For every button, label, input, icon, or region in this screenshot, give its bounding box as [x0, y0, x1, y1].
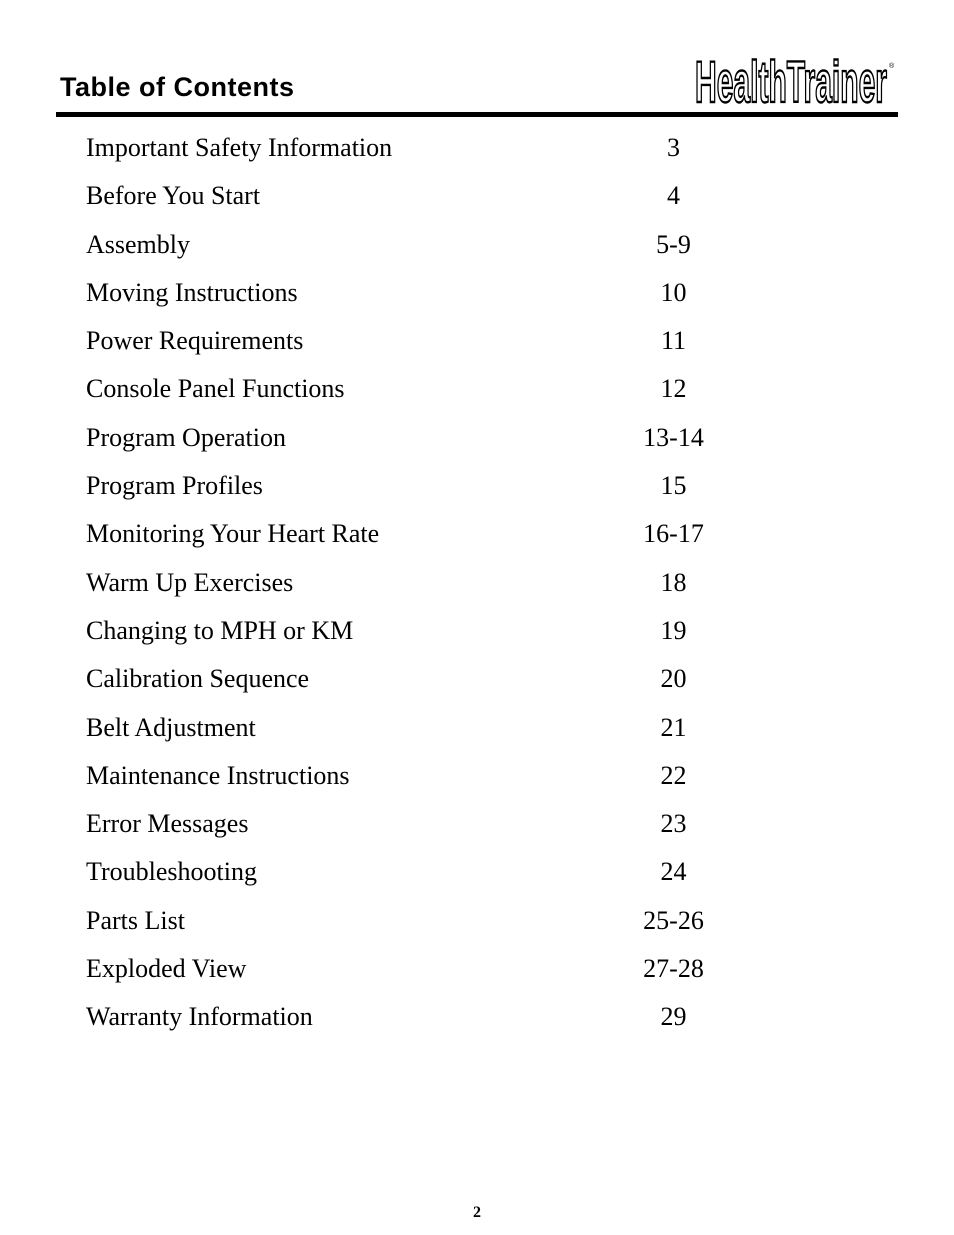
- toc-entry-title: Power Requirements: [86, 326, 304, 356]
- toc-entry: Monitoring Your Heart Rate 16-17: [86, 519, 746, 567]
- toc-entry-title: Changing to MPH or KM: [86, 615, 354, 645]
- page-title: Table of Contents: [60, 72, 295, 102]
- toc-entry-title: Parts List: [86, 905, 185, 935]
- toc-entry: Before You Start 4: [86, 181, 746, 229]
- toc-entry: Warranty Information 29: [86, 1002, 746, 1050]
- toc-entry: Moving Instructions 10: [86, 278, 746, 326]
- toc-entry-title: Assembly: [86, 229, 190, 259]
- toc-entry: Maintenance Instructions 22: [86, 761, 746, 809]
- toc-entry: Calibration Sequence 20: [86, 664, 746, 712]
- toc-entry-title: Program Operation: [86, 422, 287, 452]
- toc-entry-page: 10: [660, 277, 687, 307]
- toc-entry: Exploded View 27-28: [86, 954, 746, 1002]
- toc-entry: Changing to MPH or KM 19: [86, 616, 746, 664]
- toc-entry-title: Maintenance Instructions: [86, 760, 350, 790]
- toc-entry-page: 21: [660, 712, 687, 742]
- toc-entry-page: 18: [660, 567, 687, 597]
- toc-entry-page: 23: [660, 809, 687, 839]
- logo-text: HealthTrainer: [695, 54, 887, 106]
- toc-entry-title: Belt Adjustment: [86, 712, 256, 742]
- toc-entry: Power Requirements 11: [86, 326, 746, 374]
- toc-entry-page: 20: [660, 664, 687, 694]
- healthtrainer-logo: HealthTrainer ®: [693, 54, 898, 106]
- toc-entry-page: 25-26: [643, 905, 704, 935]
- toc-entry: Warm Up Exercises 18: [86, 568, 746, 616]
- toc-entry-title: Before You Start: [86, 181, 261, 211]
- toc-entry-page: 27-28: [643, 954, 704, 984]
- toc-entry-title: Exploded View: [86, 954, 247, 984]
- registered-mark: ®: [889, 62, 895, 70]
- toc-entry-page: 24: [660, 857, 687, 887]
- header-divider: [56, 112, 898, 117]
- toc-entry: Program Operation 13-14: [86, 423, 746, 471]
- toc-entry-page: 13-14: [643, 422, 704, 452]
- toc-entry-title: Warm Up Exercises: [86, 567, 294, 597]
- toc-entry-page: 5-9: [656, 229, 691, 259]
- toc-entry-title: Console Panel Functions: [86, 374, 345, 404]
- toc-entry: Important Safety Information 3: [86, 133, 746, 181]
- toc-entry-title: Monitoring Your Heart Rate: [86, 519, 380, 549]
- toc-entry-page: 3: [667, 133, 680, 162]
- toc-entry-title: Calibration Sequence: [86, 664, 310, 694]
- toc-entry-title: Program Profiles: [86, 471, 263, 501]
- toc-entry-page: 15: [660, 471, 687, 501]
- toc-entry-page: 4: [667, 181, 680, 211]
- toc-entry-page: 16-17: [643, 519, 704, 549]
- toc-entry-title: Moving Instructions: [86, 277, 298, 307]
- toc-entry: Troubleshooting 24: [86, 857, 746, 905]
- toc-entry-page: 11: [660, 326, 687, 356]
- toc-entry-page: 22: [660, 760, 687, 790]
- page-number: 2: [473, 1204, 481, 1221]
- toc-entry-page: 19: [660, 615, 687, 645]
- toc-entry: Console Panel Functions 12: [86, 374, 746, 422]
- table-of-contents: Important Safety Information 3 Before You…: [86, 133, 746, 1051]
- toc-entry: Assembly 5-9: [86, 230, 746, 278]
- logo-wordmark: HealthTrainer ®: [694, 54, 895, 106]
- toc-entry: Belt Adjustment 21: [86, 713, 746, 761]
- toc-entry-page: 12: [660, 374, 687, 404]
- toc-entry-title: Important Safety Information: [86, 133, 393, 162]
- toc-entry: Parts List 25-26: [86, 906, 746, 954]
- toc-entry: Error Messages 23: [86, 809, 746, 857]
- toc-entry-title: Error Messages: [86, 809, 249, 839]
- toc-entry: Program Profiles 15: [86, 471, 746, 519]
- toc-entry-page: 29: [660, 1002, 687, 1032]
- toc-entry-title: Warranty Information: [86, 1002, 313, 1032]
- toc-entry-title: Troubleshooting: [86, 857, 257, 887]
